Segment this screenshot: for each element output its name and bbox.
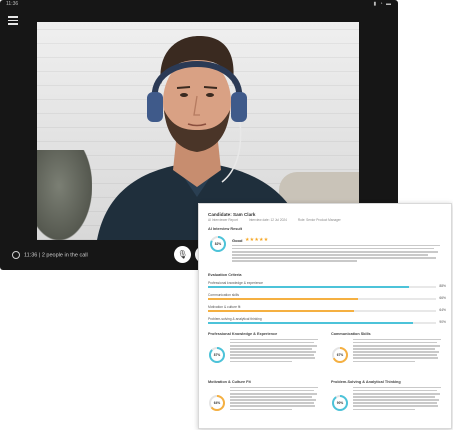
overall-score-value: 82% [214, 242, 222, 246]
criterion-percent: 64% [439, 308, 446, 312]
detail-title: Problem-Solving & Analytical Thinking [331, 380, 401, 384]
criterion-bar-fill [208, 298, 359, 300]
interview-report-card: Candidate: Sam Clark AI Interviewer Repo… [198, 203, 452, 429]
detail-score-value: 64% [213, 401, 221, 405]
detail-score-value: 90% [336, 401, 344, 405]
report-meta-item: Interview date: 12 Jul 2024 [248, 218, 287, 222]
criterion-percent: 88% [439, 284, 446, 288]
result-summary-text [232, 245, 440, 263]
hamburger-menu-icon[interactable] [8, 16, 18, 27]
detail-score-value: 67% [336, 353, 344, 357]
detail-title: Professional Knowledge & Experience [208, 332, 278, 336]
criterion-label: Professional knowledge & experience [208, 281, 263, 285]
report-meta: AI Interviewer Report Interview date: 12… [208, 218, 351, 222]
criterion-bar [208, 322, 436, 324]
criteria-section-title: Evaluation Criteria [208, 273, 242, 277]
criterion-bar [208, 310, 436, 312]
criterion-label: Motivation & culture fit [208, 305, 241, 309]
criterion-bar-fill [208, 286, 409, 288]
clock: 11:36 [6, 1, 19, 7]
report-meta-item: Role: Senior Product Manager [297, 218, 341, 222]
status-bar: 11:36 ▮ ◔ ▬ [0, 0, 398, 9]
detail-title: Communication Skills [331, 332, 371, 336]
criterion-percent: 66% [439, 296, 446, 300]
detail-description-text [353, 387, 441, 412]
criterion-bar-fill [208, 310, 354, 312]
rating-stars: ★★★★★ [245, 237, 269, 243]
participants-info: 11:36 | 2 people in the call [12, 251, 88, 259]
participants-text: 11:36 | 2 people in the call [24, 252, 88, 259]
detail-description-text [230, 387, 318, 412]
report-meta-item: AI Interviewer Report [208, 218, 238, 222]
criterion-percent: 90% [439, 320, 446, 324]
report-title: Candidate: Sam Clark [208, 212, 256, 217]
detail-title: Motivation & Culture Fit [208, 380, 251, 384]
detail-score-value: 87% [213, 353, 221, 357]
criterion-bar-fill [208, 322, 414, 324]
criterion-bar [208, 286, 436, 288]
criterion-label: Communication skills [208, 293, 239, 297]
result-section-title: AI Interview Result [208, 227, 242, 231]
participants-icon [12, 251, 20, 259]
detail-description-text [230, 339, 318, 364]
criterion-label: Problem-solving & analytical thinking [208, 317, 262, 321]
status-icons: ▮ ◔ ▬ [373, 1, 392, 7]
detail-description-text [353, 339, 441, 364]
result-label: Good [232, 238, 243, 243]
criterion-bar [208, 298, 436, 300]
mic-button[interactable]: 🎙 [174, 246, 191, 263]
mic-icon: 🎙 [177, 250, 188, 259]
